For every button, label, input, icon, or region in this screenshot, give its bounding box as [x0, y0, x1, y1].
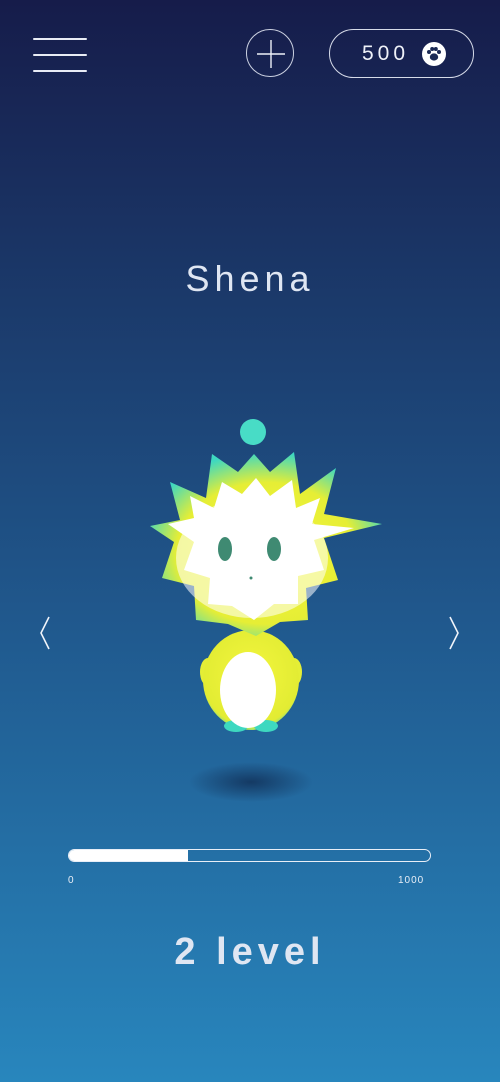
pet-head: [150, 452, 382, 636]
pet-character[interactable]: [110, 410, 390, 810]
balance-value: 500: [362, 42, 410, 65]
menu-line-middle: [33, 54, 87, 56]
progress-min-label: 0: [68, 875, 75, 886]
chevron-right-icon: [449, 616, 459, 650]
pet-name: Shena: [185, 258, 315, 299]
level-label: 2 level: [174, 931, 326, 973]
previous-pet-button[interactable]: [36, 615, 56, 651]
hamburger-menu-icon: [33, 38, 87, 40]
progress-max-label: 1000: [398, 875, 425, 886]
menu-button[interactable]: [33, 36, 87, 74]
pet-antenna: [240, 419, 266, 445]
xp-progress-fill: [69, 850, 189, 861]
paw-icon: [422, 42, 446, 66]
menu-line-bottom: [33, 70, 87, 72]
plus-icon: [257, 40, 285, 68]
pet-body: [200, 630, 302, 732]
add-button[interactable]: [246, 29, 294, 77]
chevron-left-icon: [40, 616, 50, 650]
next-pet-button[interactable]: [443, 615, 463, 651]
pet-shadow: [189, 762, 313, 802]
xp-progress-bar: [68, 849, 431, 862]
balance-pill[interactable]: 500: [329, 29, 474, 78]
